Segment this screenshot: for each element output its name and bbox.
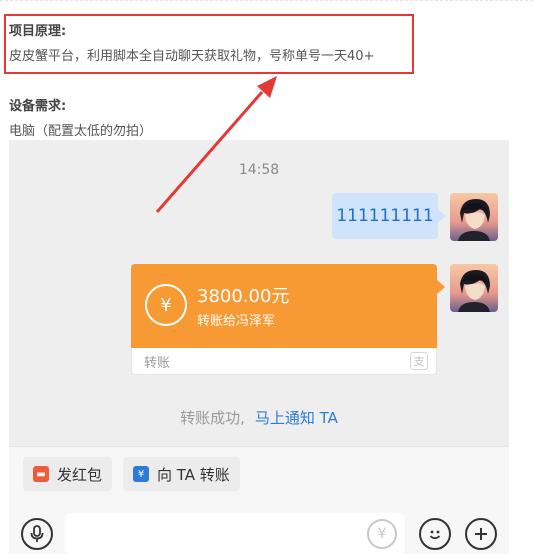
red-packet-icon: ▬ xyxy=(33,466,49,482)
device-text: 电脑（配置太低的勿拍） xyxy=(9,124,153,139)
transfer-icon: ¥ xyxy=(133,466,149,482)
transfer-card-footer: 转账 支 xyxy=(131,348,437,375)
status-text: 转账成功, xyxy=(180,409,245,427)
yen-transfer-icon: ¥ xyxy=(145,284,187,326)
chat-panel: 14:58 111111111 ¥ 3800.00元 转账给冯泽军 转账 支 转… xyxy=(9,140,509,554)
transfer-to-button[interactable]: ¥ 向 TA 转账 xyxy=(123,457,240,491)
message-bubble[interactable]: 111111111 xyxy=(332,193,446,239)
microphone-icon[interactable] xyxy=(21,518,53,550)
plus-icon[interactable] xyxy=(465,518,497,550)
project-title: 项目原理: xyxy=(9,24,67,39)
chat-timestamp: 14:58 xyxy=(238,162,280,178)
alipay-logo-icon: 支 xyxy=(410,352,428,370)
transfer-recipient: 转账给冯泽军 xyxy=(197,314,276,329)
transfer-card-header[interactable]: ¥ 3800.00元 转账给冯泽军 xyxy=(131,264,445,348)
project-text: 皮皮蟹平台，利用脚本全自动聊天获取礼物，号称单号一天40+ xyxy=(9,49,375,64)
notify-link[interactable]: 马上通知 TA xyxy=(255,409,338,427)
transfer-to-label: 向 TA 转账 xyxy=(157,465,230,484)
top-divider xyxy=(0,0,533,1)
yen-icon[interactable]: ¥ xyxy=(367,519,397,549)
message-input[interactable]: ¥ xyxy=(65,513,405,554)
red-packet-button[interactable]: ▬ 发红包 xyxy=(23,457,113,491)
input-area: ▬ 发红包 ¥ 向 TA 转账 ¥ xyxy=(9,446,509,554)
transfer-status: 转账成功, 马上通知 TA xyxy=(9,407,509,428)
transfer-card[interactable]: ¥ 3800.00元 转账给冯泽军 转账 支 xyxy=(131,264,445,375)
avatar[interactable] xyxy=(450,193,498,241)
avatar[interactable] xyxy=(450,264,498,312)
red-packet-label: 发红包 xyxy=(57,465,103,484)
transfer-label: 转账 xyxy=(144,356,171,371)
transfer-amount: 3800.00元 xyxy=(197,286,290,307)
device-title: 设备需求: xyxy=(9,99,67,114)
emoji-icon[interactable] xyxy=(419,518,451,550)
